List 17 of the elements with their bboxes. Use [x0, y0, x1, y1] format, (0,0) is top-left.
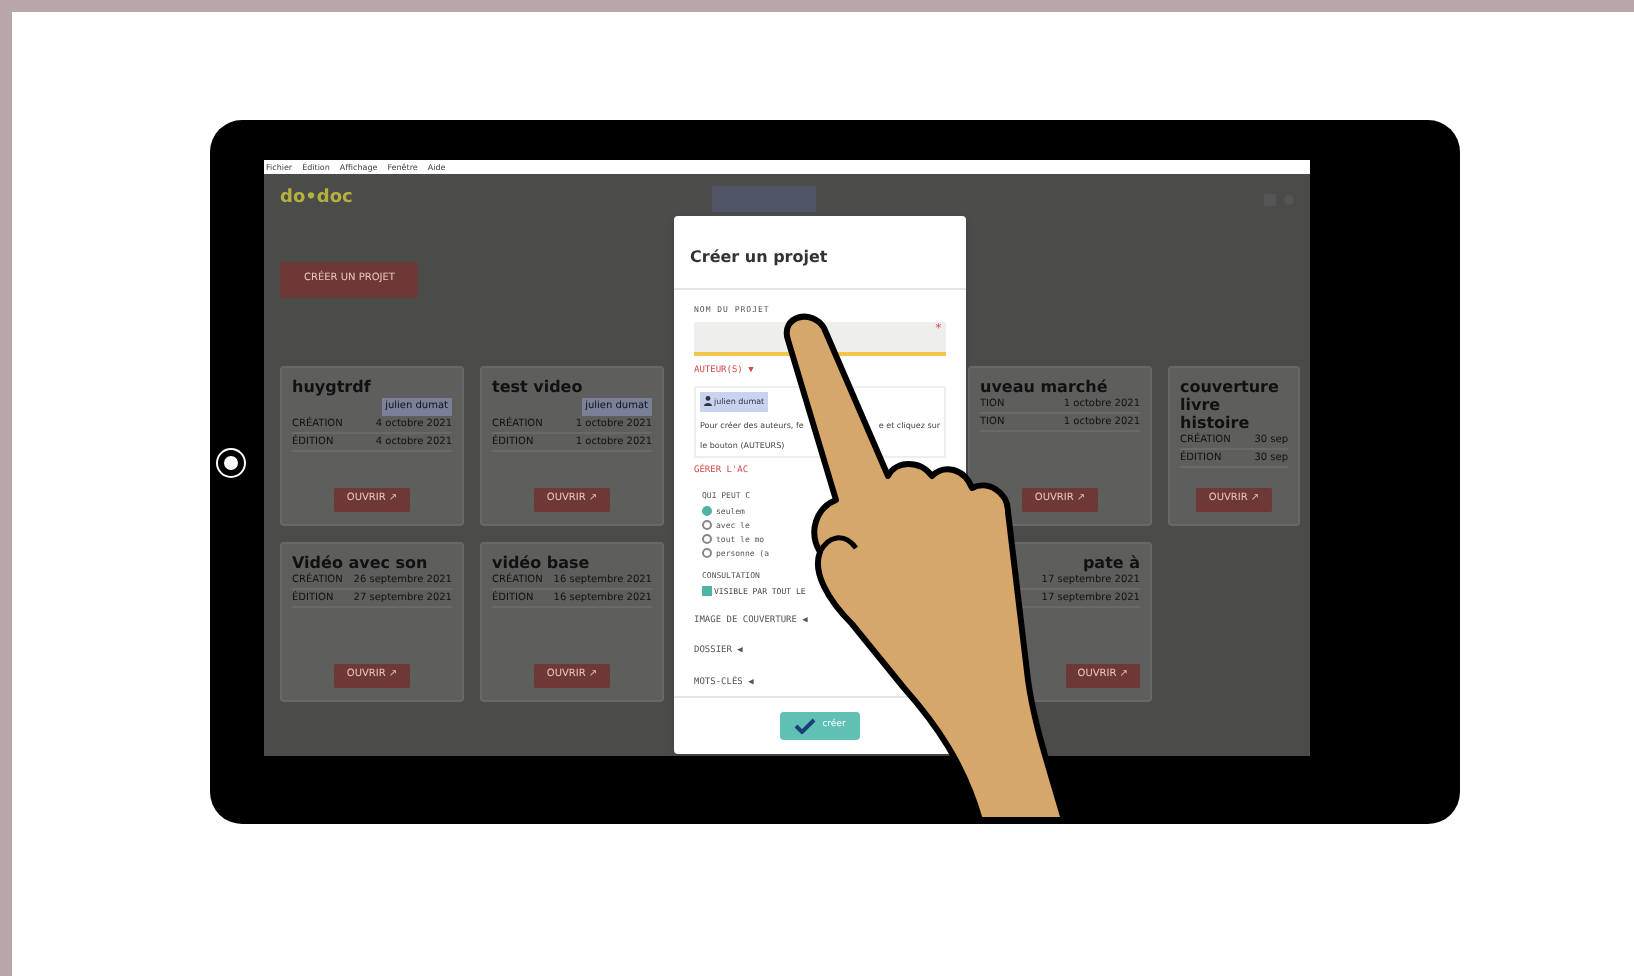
checkmark-icon [794, 718, 817, 734]
radio-button[interactable] [702, 506, 712, 516]
card-title: uveau marché [980, 377, 1110, 395]
header-bar [712, 186, 817, 212]
checkbox[interactable] [702, 586, 712, 596]
card-title: Vidéo avec son [292, 553, 430, 571]
app-logo: do•doc [280, 185, 353, 212]
card-title: test video [492, 377, 585, 395]
card-title: pate à [1082, 553, 1140, 571]
card-title: vidéo base [492, 553, 592, 571]
dialog-title: Créer un projet [690, 248, 828, 266]
radio-button[interactable] [702, 520, 712, 530]
card-title: couverture livre histoire [1180, 377, 1281, 431]
person-icon [704, 396, 712, 407]
radio-button[interactable] [702, 534, 712, 544]
radio-button[interactable] [702, 548, 712, 558]
card-title: huygtrdf [292, 377, 373, 395]
